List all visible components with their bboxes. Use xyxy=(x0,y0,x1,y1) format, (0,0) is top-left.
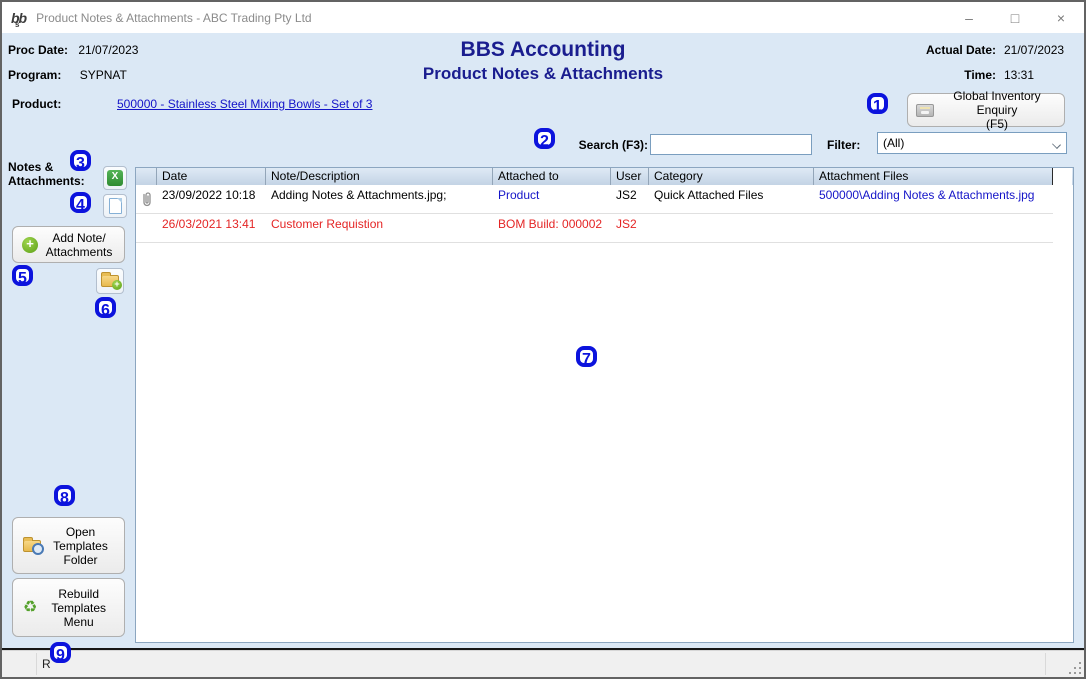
filter-label: Filter: xyxy=(827,138,860,152)
table-header-row: Date Note/Description Attached to User C… xyxy=(136,168,1073,185)
column-header-attachment-files[interactable]: Attachment Files xyxy=(814,168,1053,185)
add-note-attachments-button[interactable]: Add Note/ Attachments xyxy=(12,226,125,263)
annotation-badge-2: 2 xyxy=(534,128,555,149)
cell-user: JS2 xyxy=(611,214,649,242)
resize-grip[interactable] xyxy=(1069,662,1081,674)
table-row[interactable]: 23/09/2022 10:18 Adding Notes & Attachme… xyxy=(136,185,1053,214)
cell-attachment-file-link[interactable]: 500000\Adding Notes & Attachments.jpg xyxy=(814,185,1053,213)
status-bar: R xyxy=(2,650,1084,677)
column-header-date[interactable]: Date xyxy=(157,168,266,185)
column-header-note[interactable]: Note/Description xyxy=(266,168,493,185)
window-title: Product Notes & Attachments - ABC Tradin… xyxy=(36,11,311,25)
column-header-category[interactable]: Category xyxy=(649,168,814,185)
app-window: bbs Product Notes & Attachments - ABC Tr… xyxy=(0,0,1086,679)
cell-attachment-files xyxy=(814,214,1053,242)
product-label: Product: xyxy=(12,97,61,111)
annotation-badge-4: 4 xyxy=(70,192,91,213)
cell-category: Quick Attached Files xyxy=(649,185,814,213)
folder-plus-icon xyxy=(101,275,119,287)
chevron-down-icon xyxy=(1052,140,1061,149)
table-row[interactable]: 26/03/2021 13:41 Customer Requistion BOM… xyxy=(136,214,1053,243)
status-divider xyxy=(1045,653,1046,675)
annotation-badge-8: 8 xyxy=(54,485,75,506)
rebuild-templates-menu-button[interactable]: Rebuild Templates Menu xyxy=(12,578,125,637)
time-label: Time: xyxy=(926,68,996,82)
annotation-badge-9: 9 xyxy=(50,642,71,663)
recycle-icon xyxy=(23,600,37,616)
excel-icon xyxy=(107,170,123,186)
inventory-cabinet-icon xyxy=(916,104,934,117)
column-header-attached-to[interactable]: Attached to xyxy=(493,168,611,185)
folder-search-icon xyxy=(23,540,41,552)
plus-circle-icon xyxy=(22,237,38,253)
actual-date-value: 21/07/2023 xyxy=(1004,43,1078,57)
column-header-user[interactable]: User xyxy=(611,168,649,185)
filter-dropdown[interactable]: (All) xyxy=(877,132,1067,154)
app-title: BBS Accounting xyxy=(2,38,1084,62)
cell-note: Adding Notes & Attachments.jpg; xyxy=(266,185,493,213)
cell-date: 23/09/2022 10:18 xyxy=(157,185,266,213)
column-header-attachment[interactable] xyxy=(136,168,157,185)
annotation-badge-3: 3 xyxy=(70,150,91,171)
scrollbar-area xyxy=(1052,168,1072,185)
bbs-logo-icon: bbs xyxy=(11,10,26,26)
product-link[interactable]: 500000 - Stainless Steel Mixing Bowls - … xyxy=(117,97,372,111)
minimize-button[interactable]: – xyxy=(946,2,992,33)
filter-value: (All) xyxy=(883,136,904,150)
time-value: 13:31 xyxy=(1004,68,1078,82)
add-folder-button[interactable] xyxy=(96,268,124,294)
cell-user: JS2 xyxy=(611,185,649,213)
screen-title: Product Notes & Attachments xyxy=(2,64,1084,84)
annotation-badge-7: 7 xyxy=(576,346,597,367)
global-inventory-label-line1: Global Inventory Enquiry xyxy=(953,89,1040,117)
search-input[interactable] xyxy=(650,134,812,155)
actual-date-label: Actual Date: xyxy=(926,43,996,57)
maximize-button[interactable]: □ xyxy=(992,2,1038,33)
annotation-badge-1: 1 xyxy=(867,93,888,114)
cell-attached-to-link[interactable]: Product xyxy=(493,185,611,213)
title-bar: bbs Product Notes & Attachments - ABC Tr… xyxy=(2,2,1084,33)
status-text: R xyxy=(42,657,51,671)
cell-note: Customer Requistion xyxy=(266,214,493,242)
global-inventory-label-line2: (F5) xyxy=(986,117,1008,131)
export-excel-button[interactable] xyxy=(103,166,127,190)
new-document-button[interactable] xyxy=(103,194,127,218)
cell-date: 26/03/2021 13:41 xyxy=(157,214,266,242)
status-divider xyxy=(36,653,37,675)
notes-table: Date Note/Description Attached to User C… xyxy=(135,167,1074,643)
close-button[interactable]: × xyxy=(1038,2,1084,33)
search-label: Search (F3): xyxy=(542,138,648,152)
cell-category xyxy=(649,214,814,242)
cell-attached-to: BOM Build: 000002 xyxy=(493,214,611,242)
paperclip-icon xyxy=(141,191,153,209)
annotation-badge-6: 6 xyxy=(95,297,116,318)
document-icon xyxy=(109,198,122,214)
open-templates-folder-button[interactable]: Open Templates Folder xyxy=(12,517,125,574)
global-inventory-enquiry-button[interactable]: Global Inventory Enquiry (F5) xyxy=(907,93,1065,127)
annotation-badge-5: 5 xyxy=(12,265,33,286)
